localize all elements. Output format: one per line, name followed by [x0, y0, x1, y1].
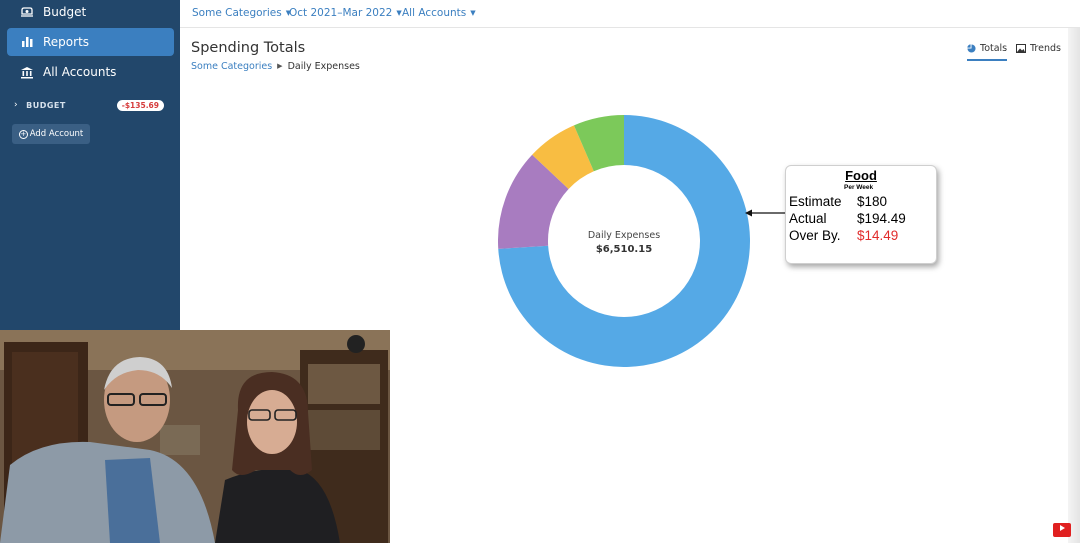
callout-row-value: $180: [857, 194, 888, 209]
add-account-button[interactable]: + Add Account: [12, 124, 90, 144]
donut-center: Daily Expenses $6,510.15: [548, 230, 700, 255]
date-range-dropdown[interactable]: Oct 2021–Mar 2022 ▼: [289, 7, 402, 19]
breadcrumb-separator-icon: ▶: [277, 62, 283, 70]
sidebar-item-budget[interactable]: Budget: [7, 0, 174, 26]
play-icon: [1059, 525, 1065, 531]
date-range-label: Oct 2021–Mar 2022: [289, 7, 393, 19]
budget-group-toggle[interactable]: › BUDGET -$135.69: [14, 98, 164, 112]
breadcrumb-current: Daily Expenses: [287, 61, 360, 72]
page-title: Spending Totals: [191, 40, 306, 56]
callout-row-label: Actual: [789, 211, 827, 226]
tab-trends-label: Trends: [1030, 43, 1061, 54]
callout-subtitle: Per Week: [844, 184, 874, 191]
accounts-filter-label: All Accounts: [402, 7, 467, 19]
breadcrumb: Some Categories ▶ Daily Expenses: [191, 61, 360, 72]
sidebar-item-label: Budget: [43, 5, 87, 19]
presenters-video-image: [0, 330, 390, 543]
accounts-filter-dropdown[interactable]: All Accounts ▼: [402, 7, 476, 19]
callout-row-actual: Actual $194.49: [789, 211, 906, 226]
callout-title-text: Food: [845, 168, 877, 183]
callout-row-estimate: Estimate $180: [789, 194, 887, 209]
tab-totals-label: Totals: [980, 43, 1008, 54]
budget-group-label: BUDGET: [26, 100, 66, 110]
caret-down-icon: ▼: [470, 9, 476, 17]
category-filter-dropdown[interactable]: Some Categories ▼: [192, 7, 291, 19]
callout-row-label: Over By.: [789, 228, 841, 243]
sidebar-item-all-accounts[interactable]: All Accounts: [7, 58, 174, 86]
plus-circle-icon: +: [18, 129, 28, 139]
category-filter-label: Some Categories: [192, 7, 282, 19]
tab-totals[interactable]: Totals: [967, 43, 1008, 61]
callout-row-over-by: Over By. $14.49: [789, 228, 898, 243]
tab-trends[interactable]: Trends: [1016, 43, 1061, 54]
chevron-right-icon: ›: [14, 100, 19, 110]
breadcrumb-link-parent[interactable]: Some Categories: [191, 61, 272, 72]
callout-row-value: $14.49: [857, 228, 899, 243]
food-callout: Food Per Week Estimate $180 Actual $194.49…: [785, 165, 937, 264]
webcam-video-overlay: [0, 330, 390, 543]
add-account-label: Add Account: [29, 129, 84, 139]
image-icon: [1016, 44, 1026, 53]
donut-center-value: $6,510.15: [595, 244, 653, 255]
right-edge-shadow: [1068, 28, 1080, 543]
bank-icon: [19, 64, 35, 80]
piggy-bank-icon: [19, 4, 35, 20]
donut-center-label: Daily Expenses: [587, 230, 661, 241]
sidebar-item-label: All Accounts: [43, 65, 117, 79]
subscribe-badge[interactable]: [1053, 523, 1071, 537]
callout-row-value: $194.49: [857, 211, 906, 226]
callout-row-label: Estimate: [789, 194, 842, 209]
sidebar-item-label: Reports: [43, 35, 90, 49]
bar-chart-icon: [19, 34, 35, 50]
callout-arrow-icon: [745, 209, 787, 217]
pie-chart-icon: [967, 44, 976, 53]
sidebar-item-reports[interactable]: Reports: [7, 28, 174, 56]
budget-balance-badge: -$135.69: [116, 99, 164, 111]
caret-down-icon: ▼: [396, 9, 402, 17]
